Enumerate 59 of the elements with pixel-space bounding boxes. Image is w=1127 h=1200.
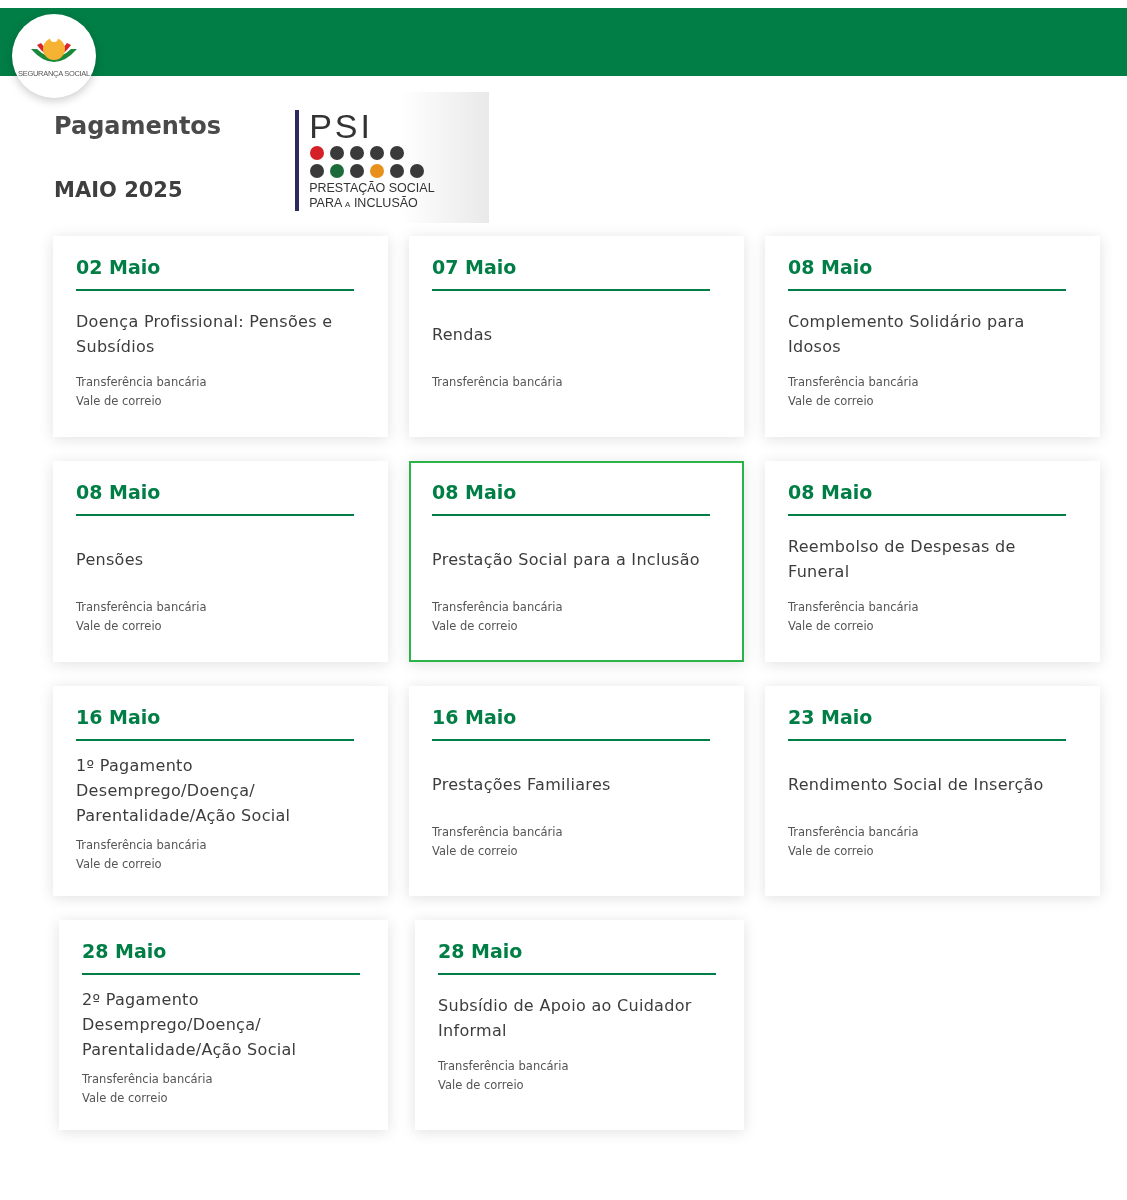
payment-date: 08 Maio (432, 481, 710, 516)
payment-date: 23 Maio (788, 706, 1066, 741)
logo-acronym: PSI (309, 110, 374, 142)
payment-method: Transferência bancária (432, 374, 564, 391)
payment-date: 16 Maio (432, 706, 710, 741)
payment-date: 02 Maio (76, 256, 354, 291)
payment-date: 08 Maio (788, 481, 1066, 516)
payment-card[interactable]: 02 Maio Doença Profissional: Pensões e Subsídios Transferência bancária Vale de correio (53, 236, 388, 437)
payment-method: Vale de correio (788, 618, 875, 635)
payment-title: Rendimento Social de Inserção (788, 773, 1044, 796)
payment-title: Reembolso de Despesas de Funeral (788, 536, 1017, 583)
payment-date: 28 Maio (82, 940, 360, 975)
payment-method: Vale de correio (432, 843, 519, 860)
payment-card[interactable]: 28 Maio Subsídio de Apoio ao Cuidador Informal Transferência bancária Vale de correio (415, 920, 744, 1130)
payment-title: Rendas (432, 323, 493, 346)
payment-method: Vale de correio (76, 856, 163, 873)
payment-card[interactable]: 08 Maio Prestação Social para a Inclusão Transferência bancária Vale de correio (409, 461, 744, 662)
payment-date: 08 Maio (76, 481, 354, 516)
month-heading: MAIO 2025 (54, 178, 184, 202)
payment-method: Transferência bancária (76, 374, 208, 391)
payment-card[interactable]: 16 Maio Prestações Familiares Transferência bancária Vale de correio (409, 686, 744, 896)
payment-title: Doença Profissional: Pensões e Subsídios (76, 311, 334, 358)
page-title: Pagamentos (54, 112, 222, 140)
payment-method: Transferência bancária (432, 824, 564, 841)
payment-method: Transferência bancária (788, 599, 920, 616)
payment-method: Transferência bancária (788, 374, 920, 391)
payment-method: Transferência bancária (82, 1071, 214, 1088)
payment-method: Vale de correio (76, 618, 163, 635)
payment-card[interactable]: 07 Maio Rendas Transferência bancária (409, 236, 744, 437)
payment-method: Vale de correio (432, 618, 519, 635)
payment-method: Vale de correio (788, 843, 875, 860)
payment-method: Transferência bancária (438, 1058, 570, 1075)
payment-method: Vale de correio (788, 393, 875, 410)
payment-title: Prestação Social para a Inclusão (432, 548, 700, 571)
payment-card[interactable]: 23 Maio Rendimento Social de Inserção Transferência bancária Vale de correio (765, 686, 1100, 896)
payment-card[interactable]: 08 Maio Pensões Transferência bancária Vale de correio (53, 461, 388, 662)
payment-method: Vale de correio (438, 1077, 525, 1094)
payment-title: 1º Pagamento Desemprego/Doença/ Parentalidade/Ação Social (76, 755, 292, 827)
payment-title: 2º Pagamento Desemprego/Doença/ Parentalidade/Ação Social (82, 989, 298, 1061)
payment-date: 07 Maio (432, 256, 710, 291)
payment-date: 08 Maio (788, 256, 1066, 291)
logo-text: PRESTAÇÃO SOCIAL (309, 182, 436, 194)
payment-method: Vale de correio (76, 393, 163, 410)
payment-title: Complemento Solidário para Idosos (788, 311, 1026, 358)
payment-title: Prestações Familiares (432, 773, 611, 796)
logo-text: PARA A INCLUSÃO (309, 197, 419, 211)
payment-method: Vale de correio (82, 1090, 169, 1107)
payment-method: Transferência bancária (788, 824, 920, 841)
payment-card[interactable]: 08 Maio Complemento Solidário para Idosos Transferência bancária Vale de correio (765, 236, 1100, 437)
payment-title: Subsídio de Apoio ao Cuidador Informal (438, 995, 693, 1042)
payment-date: 16 Maio (76, 706, 354, 741)
payment-card[interactable]: 08 Maio Reembolso de Despesas de Funeral Transferência bancária Vale de correio (765, 461, 1100, 662)
payment-date: 28 Maio (438, 940, 716, 975)
payment-method: Transferência bancária (76, 837, 208, 854)
payment-method: Transferência bancária (432, 599, 564, 616)
payment-card[interactable]: 28 Maio 2º Pagamento Desemprego/Doença/ Parentalidade/Ação Social Transferência bancária Vale de correio (59, 920, 388, 1130)
payment-title: Pensões (76, 548, 144, 571)
payment-card[interactable]: 16 Maio 1º Pagamento Desemprego/Doença/ Parentalidade/Ação Social Transferência bancária Vale de correio (53, 686, 388, 896)
payment-method: Transferência bancária (76, 599, 208, 616)
